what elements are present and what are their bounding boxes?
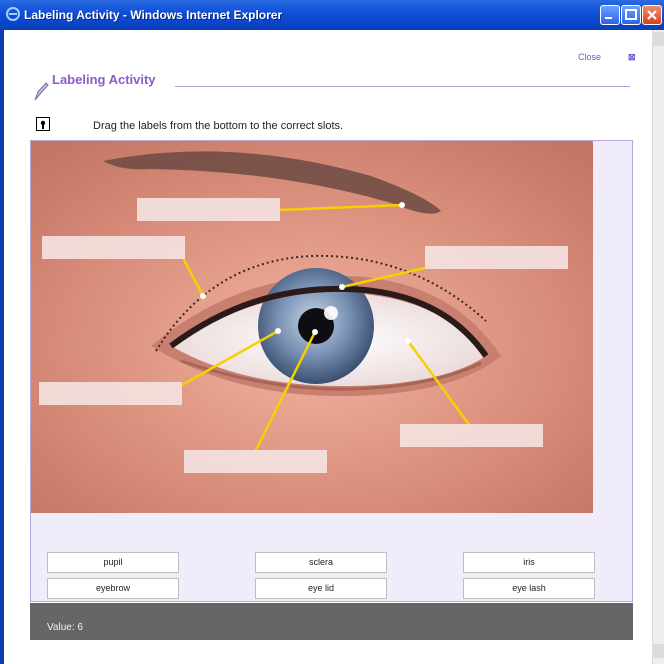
close-link[interactable]: Close [578,52,601,62]
title-bar: Labeling Activity - Windows Internet Exp… [0,0,664,30]
label-tile-eye-lid[interactable]: eye lid [255,578,387,599]
pen-icon [34,82,49,101]
footer-bar [30,603,633,640]
internet-explorer-icon [6,7,20,21]
label-tile-eyebrow[interactable]: eyebrow [47,578,179,599]
drop-slot-5[interactable] [400,424,543,447]
drop-slot-6[interactable] [184,450,327,473]
window-title: Labeling Activity - Windows Internet Exp… [24,8,283,22]
minimize-button[interactable] [600,5,620,25]
drop-slot-2[interactable] [42,236,185,259]
drop-slot-3[interactable] [425,246,568,269]
label-tile-iris[interactable]: iris [463,552,595,573]
close-icon [647,10,657,20]
instructions-text: Drag the labels from the bottom to the c… [93,120,344,132]
maximize-icon [625,9,637,20]
title-divider [175,86,630,87]
label-tile-sclera[interactable]: sclera [255,552,387,573]
scroll-down-button[interactable] [652,644,664,658]
close-window-button[interactable] [642,5,662,25]
label-tile-eye-lash[interactable]: eye lash [463,578,595,599]
minimize-icon [605,17,612,19]
window-frame-left [0,30,4,664]
browser-window: Labeling Activity - Windows Internet Exp… [0,0,664,664]
drop-slot-4[interactable] [39,382,182,405]
value-text: Value: 6 [47,622,83,633]
maximize-button[interactable] [621,5,641,25]
keyhole-icon [36,117,50,131]
label-tile-pupil[interactable]: pupil [47,552,179,573]
vertical-scrollbar[interactable] [652,30,664,664]
drop-slot-1[interactable] [137,198,280,221]
page-title: Labeling Activity [52,72,156,87]
scroll-up-button[interactable] [652,32,664,46]
close-x-icon[interactable]: ⊠ [628,52,636,63]
